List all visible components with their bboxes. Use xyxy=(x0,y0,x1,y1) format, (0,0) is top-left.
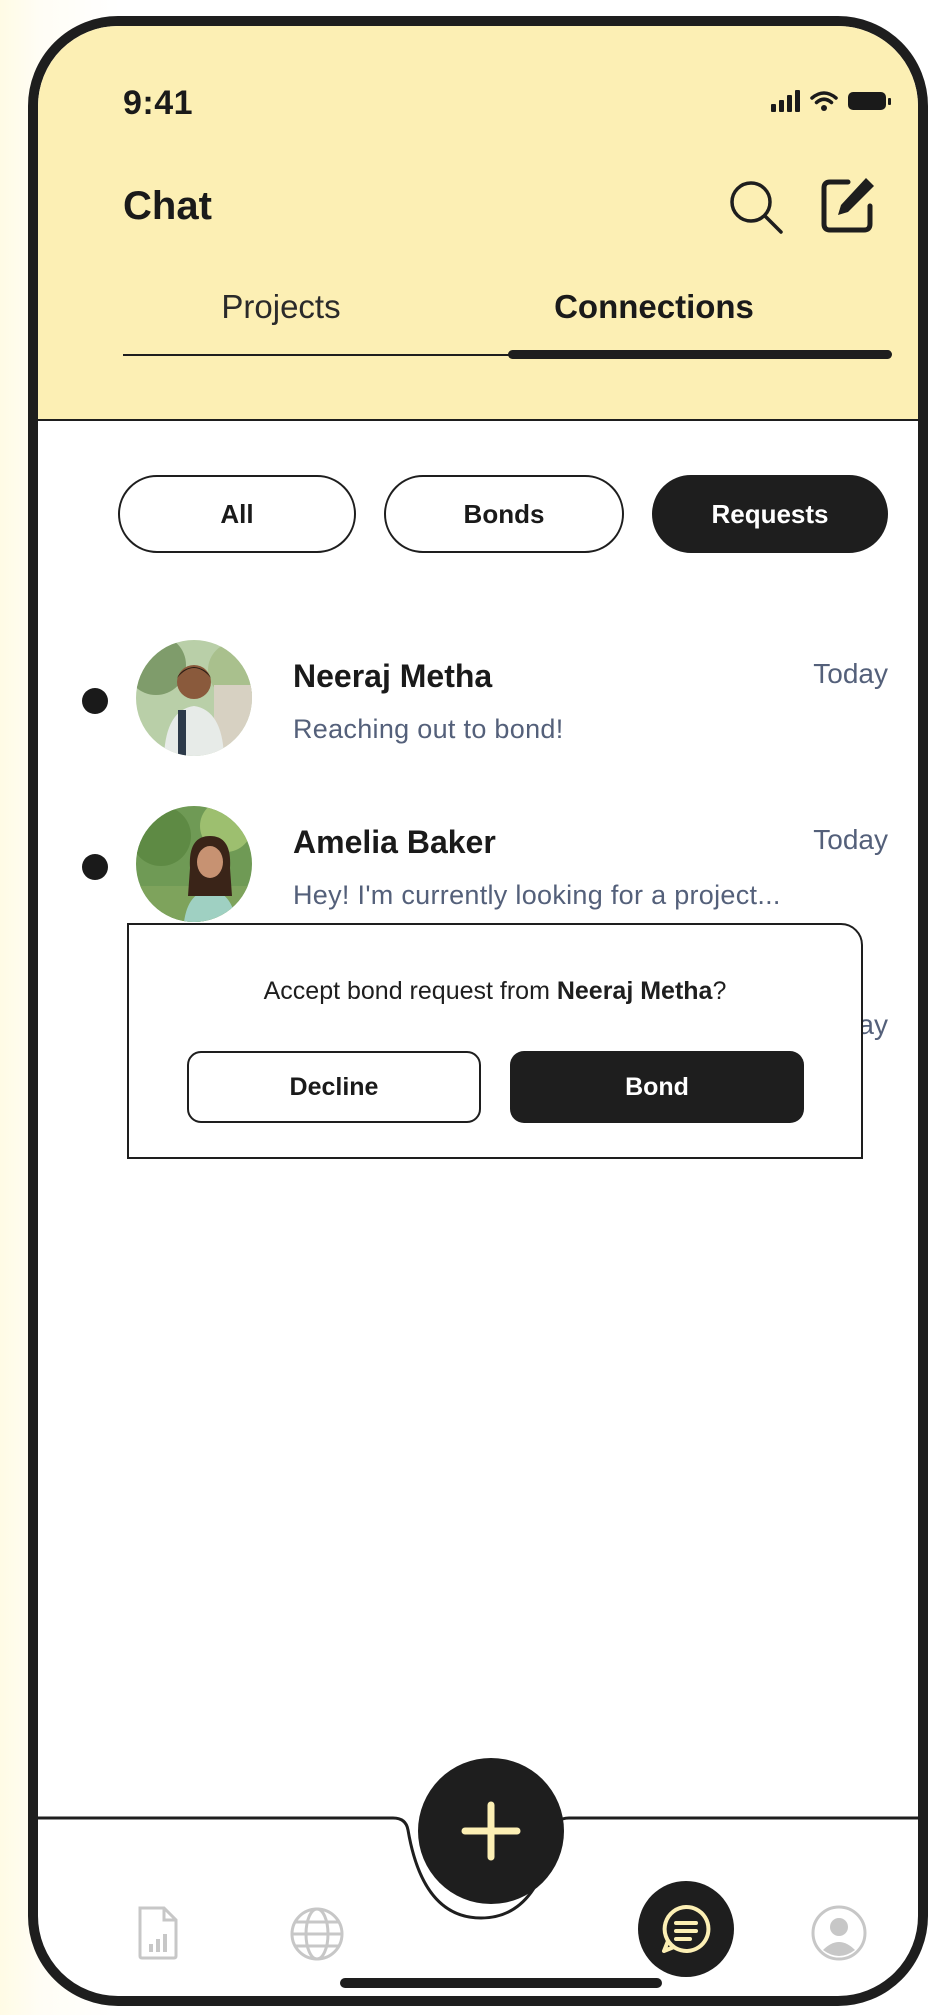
tab-connections[interactable]: Connections xyxy=(484,288,824,326)
decline-button[interactable]: Decline xyxy=(187,1051,481,1123)
phone-frame: 9:41 Chat Projects Connections All Bonds… xyxy=(28,16,928,2006)
message-time: Today xyxy=(813,824,888,855)
wifi-icon xyxy=(810,91,838,111)
filter-chips: All Bonds Requests xyxy=(118,475,888,555)
unread-dot xyxy=(82,688,108,714)
message-preview: Reaching out to bond! xyxy=(293,714,564,744)
stats-document-icon[interactable] xyxy=(136,1906,180,1960)
active-tab-indicator xyxy=(508,350,892,359)
chat-icon xyxy=(662,1904,711,1953)
filter-requests-chip[interactable]: Requests xyxy=(652,475,888,553)
avatar xyxy=(136,806,252,922)
unread-dot xyxy=(82,854,108,880)
battery-icon xyxy=(848,92,891,110)
status-icons xyxy=(771,90,891,112)
profile-icon[interactable] xyxy=(810,1904,868,1962)
dialog-prompt: Accept bond request from Neeraj Metha? xyxy=(263,977,727,1005)
page-title: Chat xyxy=(123,184,212,228)
avatar xyxy=(136,640,252,756)
filter-all-chip[interactable]: All xyxy=(118,475,356,553)
signal-icon xyxy=(771,90,800,112)
message-time: Today xyxy=(813,658,888,689)
list-item[interactable]: Neeraj Metha Reaching out to bond! Today xyxy=(38,630,918,760)
bond-request-dialog: Accept bond request from Neeraj Metha? D… xyxy=(127,923,863,1159)
filter-bonds-chip[interactable]: Bonds xyxy=(384,475,624,553)
plus-icon xyxy=(461,1801,521,1861)
home-indicator xyxy=(340,1978,662,1988)
tab-projects[interactable]: Projects xyxy=(38,288,484,326)
add-button[interactable] xyxy=(418,1758,564,1904)
compose-icon[interactable] xyxy=(818,174,878,236)
nav-chat-button[interactable] xyxy=(638,1881,734,1977)
status-time: 9:41 xyxy=(123,84,194,122)
header: 9:41 Chat Projects Connections xyxy=(38,26,918,421)
globe-icon[interactable] xyxy=(289,1906,345,1962)
dialog-requester-name: Neeraj Metha xyxy=(556,977,713,1005)
bond-button[interactable]: Bond xyxy=(510,1051,804,1123)
contact-name: Amelia Baker xyxy=(293,824,496,860)
contact-name: Neeraj Metha xyxy=(293,658,493,694)
search-icon[interactable] xyxy=(725,176,787,238)
list-item[interactable]: Amelia Baker Hey! I'm currently looking … xyxy=(38,798,918,928)
message-preview: Hey! I'm currently looking for a project… xyxy=(293,880,781,910)
